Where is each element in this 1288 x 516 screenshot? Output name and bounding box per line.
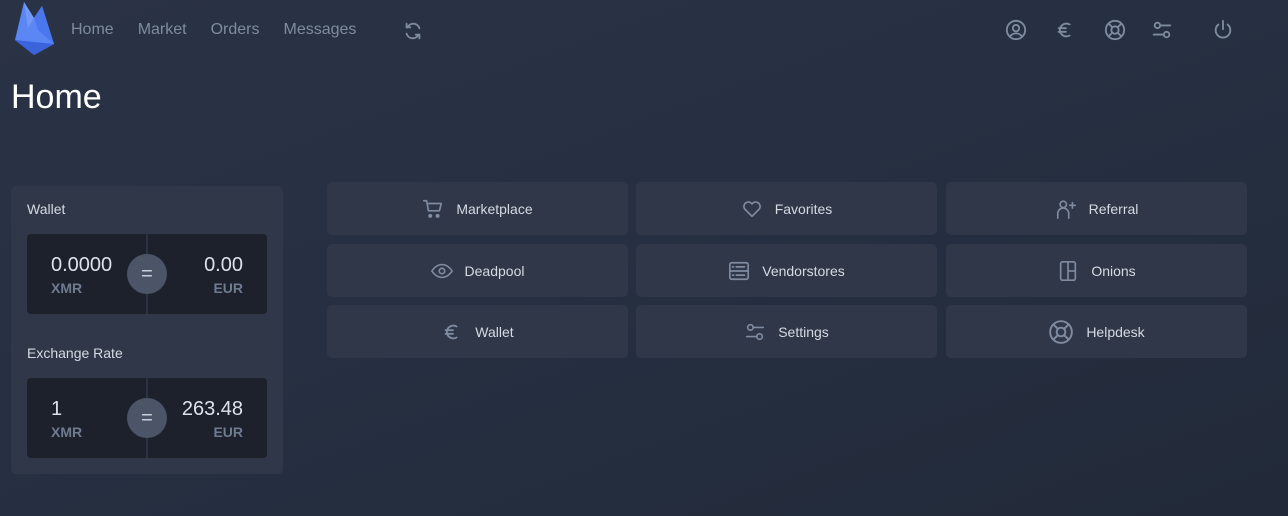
euro-icon [441, 321, 463, 343]
exchange-rate-converter: 1 XMR = 263.48 EUR [27, 378, 267, 458]
tile-label: Vendorstores [762, 262, 845, 279]
tile-label: Onions [1091, 262, 1136, 279]
tile-wallet[interactable]: Wallet [327, 305, 628, 358]
exchange-eur-value: 263.48 [181, 398, 243, 420]
heart-icon [741, 198, 763, 220]
wallet-card: Wallet 0.0000 XMR = 0.00 EUR Exchange Ra… [11, 186, 283, 474]
euro-icon[interactable] [1054, 19, 1076, 41]
top-navbar: Home Market Orders Messages [0, 0, 1288, 60]
exchange-rate-label: Exchange Rate [27, 345, 123, 361]
tile-label: Wallet [475, 323, 514, 340]
wallet-label: Wallet [27, 201, 66, 217]
tile-label: Settings [778, 323, 829, 340]
lifebuoy-icon [1048, 319, 1074, 345]
equals-badge: = [127, 254, 167, 294]
eye-icon [430, 260, 453, 282]
wallet-eur-value: 0.00 [204, 254, 243, 276]
user-plus-icon [1055, 198, 1077, 220]
tile-onions[interactable]: Onions [946, 244, 1247, 297]
tile-label: Referral [1088, 200, 1139, 217]
wallet-balance-converter: 0.0000 XMR = 0.00 EUR [27, 234, 267, 314]
tile-label: Marketplace [456, 200, 533, 217]
tile-vendorstores[interactable]: Vendorstores [636, 244, 937, 297]
exchange-xmr-value: 1 [51, 398, 63, 420]
tile-label: Deadpool [464, 262, 525, 279]
tile-label: Helpdesk [1086, 323, 1145, 340]
wallet-xmr-value: 0.0000 [51, 254, 113, 276]
user-toolbar [0, 19, 1288, 43]
wallet-xmr-unit: XMR [51, 280, 83, 296]
lifebuoy-icon[interactable] [1104, 19, 1126, 41]
exchange-eur-unit: EUR [213, 424, 243, 440]
tile-settings[interactable]: Settings [636, 305, 937, 358]
layout-icon [1057, 260, 1079, 282]
tile-favorites[interactable]: Favorites [636, 182, 937, 235]
tile-helpdesk[interactable]: Helpdesk [946, 305, 1247, 358]
tile-label: Favorites [774, 200, 833, 217]
equals-badge: = [127, 398, 167, 438]
wallet-eur-unit: EUR [213, 280, 243, 296]
cart-icon [422, 198, 444, 220]
power-icon[interactable] [1212, 19, 1234, 41]
exchange-xmr-unit: XMR [51, 424, 83, 440]
sliders-icon [744, 321, 766, 343]
user-circle-icon[interactable] [1005, 19, 1027, 41]
server-icon [728, 260, 750, 282]
sliders-icon[interactable] [1151, 19, 1173, 41]
tile-deadpool[interactable]: Deadpool [327, 244, 628, 297]
page-title: Home [11, 78, 102, 116]
tile-referral[interactable]: Referral [946, 182, 1247, 235]
tile-marketplace[interactable]: Marketplace [327, 182, 628, 235]
